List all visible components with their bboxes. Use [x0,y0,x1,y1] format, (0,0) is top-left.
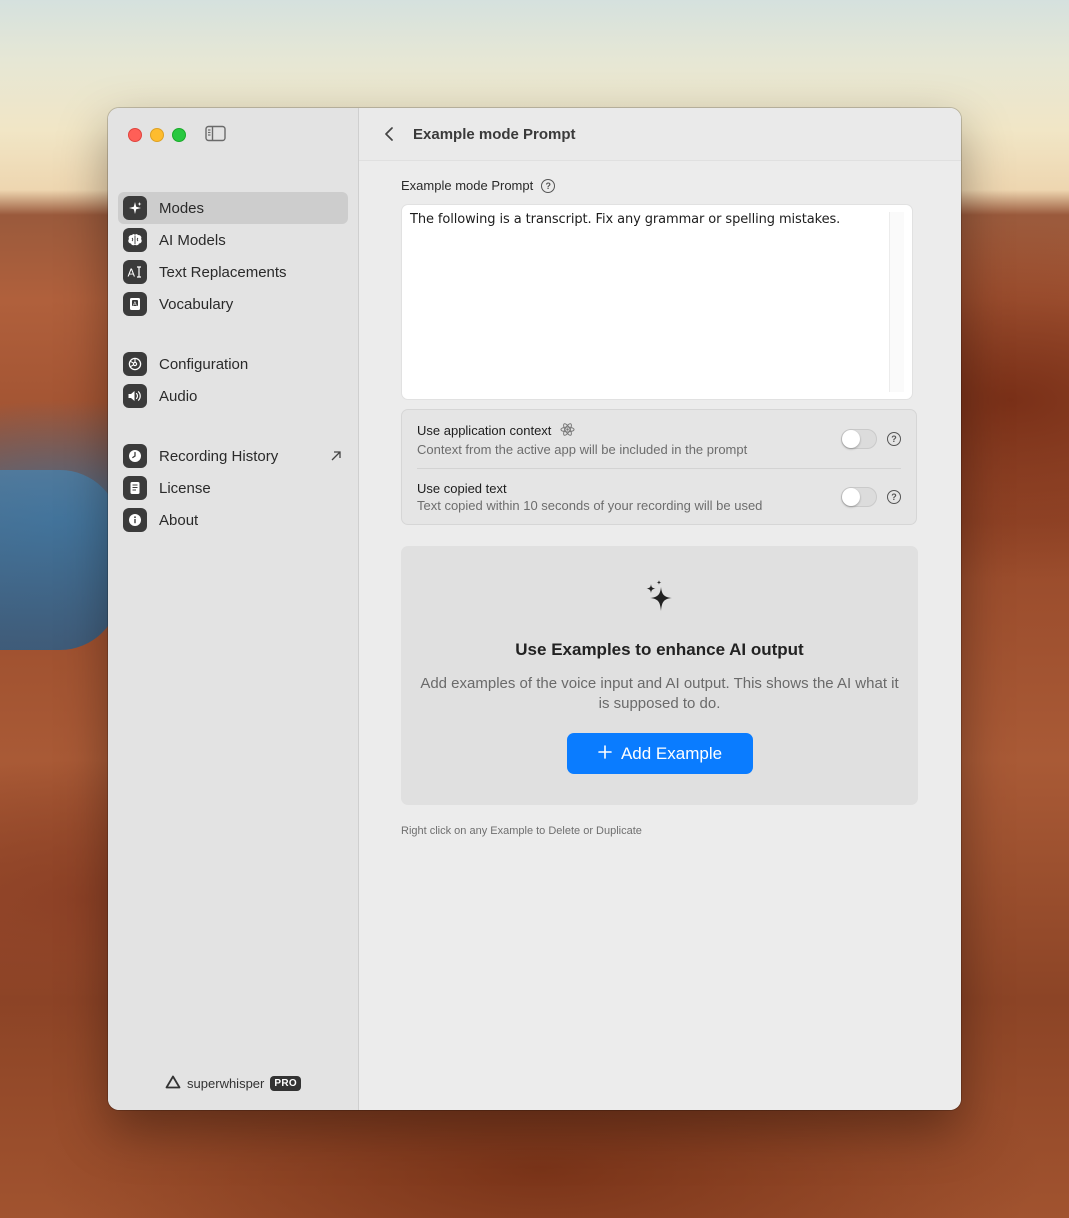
document-icon [123,476,147,500]
svg-text:A: A [133,301,137,307]
brand-footer: superwhisper PRO [108,1075,358,1092]
examples-empty-state: Use Examples to enhance AI output Add ex… [401,546,918,805]
sparkles-icon [644,579,674,618]
add-example-label: Add Example [620,743,723,763]
prompt-label-row: Example mode Prompt ? [401,178,919,193]
sidebar-item-label: About [159,511,199,529]
sidebar-toggle-icon[interactable] [205,125,226,142]
sidebar-item-label: AI Models [159,231,226,249]
zoom-window-button[interactable] [172,128,186,142]
sidebar-item-label: License [159,479,211,497]
sidebar-item-configuration[interactable]: Configuration [118,348,348,380]
help-icon[interactable]: ? [887,432,901,446]
sidebar-item-vocabulary[interactable]: A Vocabulary [118,288,348,320]
sparkle-icon [123,196,147,220]
toggle-title: Use application context [417,423,552,438]
help-icon[interactable]: ? [887,489,901,504]
nav-group-settings: Configuration Audio [118,348,348,412]
main-panel: Example mode Prompt Example mode Prompt … [359,108,961,1110]
prompt-label: Example mode Prompt [401,178,534,193]
sidebar-item-audio[interactable]: Audio [118,380,348,412]
sidebar: Modes AI Models A Text Replacements A Vo… [108,108,359,1110]
sidebar-item-label: Modes [159,199,205,217]
pro-badge: PRO [270,1076,301,1091]
atom-icon [560,422,575,440]
brain-icon [123,228,147,252]
text-cursor-icon: A [123,260,147,284]
application-context-switch[interactable] [841,429,877,449]
close-window-button[interactable] [128,128,142,142]
examples-title: Use Examples to enhance AI output [515,640,804,659]
toggle-subtitle: Context from the active app will be incl… [417,441,748,457]
chevron-left-icon [385,127,393,141]
toolbar: Example mode Prompt [359,108,961,161]
toggle-title: Use copied text [417,480,507,496]
app-window: Modes AI Models A Text Replacements A Vo… [108,108,961,1110]
sidebar-item-label: Vocabulary [159,295,234,313]
prompt-text[interactable]: The following is a transcript. Fix any g… [410,212,884,227]
content-area: Example mode Prompt ? The following is a… [401,178,919,837]
external-link-icon [330,449,342,467]
desktop-wallpaper-water [0,470,120,650]
toggle-subtitle: Text copied within 10 seconds of your re… [417,497,763,513]
prompt-textarea[interactable]: The following is a transcript. Fix any g… [401,204,913,400]
nav-group-main: Modes AI Models A Text Replacements A Vo… [118,192,348,320]
sidebar-item-ai-models[interactable]: AI Models [118,224,348,256]
examples-description: Add examples of the voice input and AI o… [420,675,899,712]
back-button[interactable] [379,124,399,144]
sidebar-item-recording-history[interactable]: Recording History [118,440,348,472]
copied-text-switch[interactable] [841,486,877,507]
sidebar-item-about[interactable]: About [118,504,348,536]
brand-name: superwhisper [187,1076,265,1091]
book-icon: A [123,292,147,316]
sidebar-item-text-replacements[interactable]: A Text Replacements [118,256,348,288]
info-icon [123,508,147,532]
gear-icon [123,352,147,376]
context-toggles: Use application context Context from the… [401,409,917,525]
add-example-button[interactable]: Add Example [567,733,753,774]
scrollbar[interactable] [889,212,904,392]
sidebar-item-label: Configuration [159,355,249,373]
sidebar-item-license[interactable]: License [118,472,348,504]
nav-group-account: Recording History License About [118,440,348,536]
examples-hint: Right click on any Example to Delete or … [401,825,642,837]
clock-icon [123,444,147,468]
minimize-window-button[interactable] [150,128,164,142]
toggle-row-copied-text: Use copied text Text copied within 10 se… [417,468,901,524]
sidebar-item-label: Recording History [159,447,279,465]
sidebar-item-label: Audio [159,387,198,405]
page-title: Example mode Prompt [413,125,576,143]
help-icon[interactable]: ? [541,178,556,193]
window-controls [128,128,186,142]
sidebar-item-label: Text Replacements [159,263,287,281]
plus-icon [598,744,612,764]
sidebar-item-modes[interactable]: Modes [118,192,348,224]
toggle-row-application-context: Use application context Context from the… [417,410,901,468]
svg-text:A: A [128,267,136,280]
speaker-icon [123,384,147,408]
superwhisper-logo-icon [165,1075,181,1092]
